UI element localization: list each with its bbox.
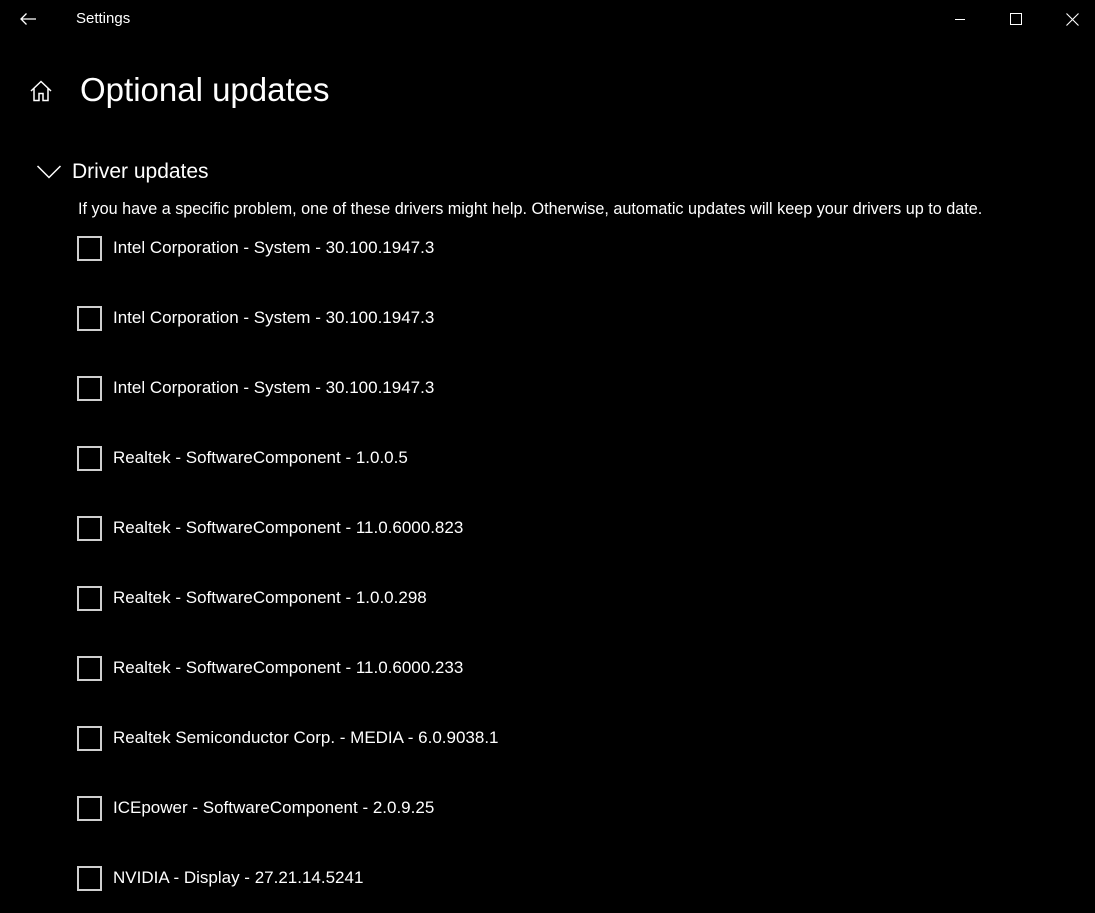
page-title: Optional updates — [80, 71, 330, 108]
driver-label: Realtek - SoftwareComponent - 11.0.6000.… — [113, 518, 464, 537]
driver-item[interactable]: ICEpower - SoftwareComponent - 2.0.9.25 — [77, 790, 499, 860]
driver-label: NVIDIA - Display - 27.21.14.5241 — [113, 868, 364, 887]
checkbox-unchecked-icon[interactable] — [77, 656, 102, 681]
title-bar: Settings — [0, 0, 1095, 38]
section-title: Driver updates — [72, 160, 209, 183]
driver-item[interactable]: NVIDIA - Display - 27.21.14.5241 — [77, 860, 499, 913]
minimize-button[interactable] — [937, 0, 983, 38]
checkbox-unchecked-icon[interactable] — [77, 376, 102, 401]
close-button[interactable] — [1049, 0, 1095, 38]
driver-label: Realtek - SoftwareComponent - 1.0.0.298 — [113, 588, 427, 607]
checkbox-unchecked-icon[interactable] — [77, 586, 102, 611]
driver-label: Realtek - SoftwareComponent - 1.0.0.5 — [113, 448, 408, 467]
driver-item[interactable]: Intel Corporation - System - 30.100.1947… — [77, 370, 499, 440]
driver-label: Realtek - SoftwareComponent - 11.0.6000.… — [113, 658, 464, 677]
maximize-icon — [1010, 13, 1022, 25]
close-icon — [1065, 12, 1079, 26]
driver-label: ICEpower - SoftwareComponent - 2.0.9.25 — [113, 798, 435, 817]
driver-label: Realtek Semiconductor Corp. - MEDIA - 6.… — [113, 728, 499, 747]
driver-item[interactable]: Intel Corporation - System - 30.100.1947… — [77, 300, 499, 370]
home-button[interactable] — [24, 74, 58, 108]
driver-item[interactable]: Realtek - SoftwareComponent - 1.0.0.298 — [77, 580, 499, 650]
driver-label: Intel Corporation - System - 30.100.1947… — [113, 238, 435, 257]
driver-updates-expander[interactable]: Driver updates — [34, 155, 209, 189]
checkbox-unchecked-icon[interactable] — [77, 516, 102, 541]
checkbox-unchecked-icon[interactable] — [77, 866, 102, 891]
driver-label: Intel Corporation - System - 30.100.1947… — [113, 378, 435, 397]
checkbox-unchecked-icon[interactable] — [77, 796, 102, 821]
section-description: If you have a specific problem, one of t… — [78, 200, 983, 218]
driver-item[interactable]: Intel Corporation - System - 30.100.1947… — [77, 230, 499, 300]
driver-list: Intel Corporation - System - 30.100.1947… — [77, 230, 499, 913]
minimize-icon — [955, 19, 965, 20]
checkbox-unchecked-icon[interactable] — [77, 446, 102, 471]
checkbox-unchecked-icon[interactable] — [77, 236, 102, 261]
checkbox-unchecked-icon[interactable] — [77, 306, 102, 331]
back-button[interactable] — [8, 4, 48, 34]
driver-item[interactable]: Realtek - SoftwareComponent - 11.0.6000.… — [77, 510, 499, 580]
chevron-down-icon — [34, 157, 64, 187]
maximize-button[interactable] — [993, 0, 1039, 38]
driver-item[interactable]: Realtek - SoftwareComponent - 11.0.6000.… — [77, 650, 499, 720]
settings-window: Settings Optional updates Driver updates… — [0, 0, 1095, 913]
checkbox-unchecked-icon[interactable] — [77, 726, 102, 751]
driver-label: Intel Corporation - System - 30.100.1947… — [113, 308, 435, 327]
back-arrow-icon — [20, 13, 36, 25]
app-title: Settings — [76, 10, 131, 27]
home-icon — [30, 80, 52, 102]
driver-item[interactable]: Realtek - SoftwareComponent - 1.0.0.5 — [77, 440, 499, 510]
driver-item[interactable]: Realtek Semiconductor Corp. - MEDIA - 6.… — [77, 720, 499, 790]
